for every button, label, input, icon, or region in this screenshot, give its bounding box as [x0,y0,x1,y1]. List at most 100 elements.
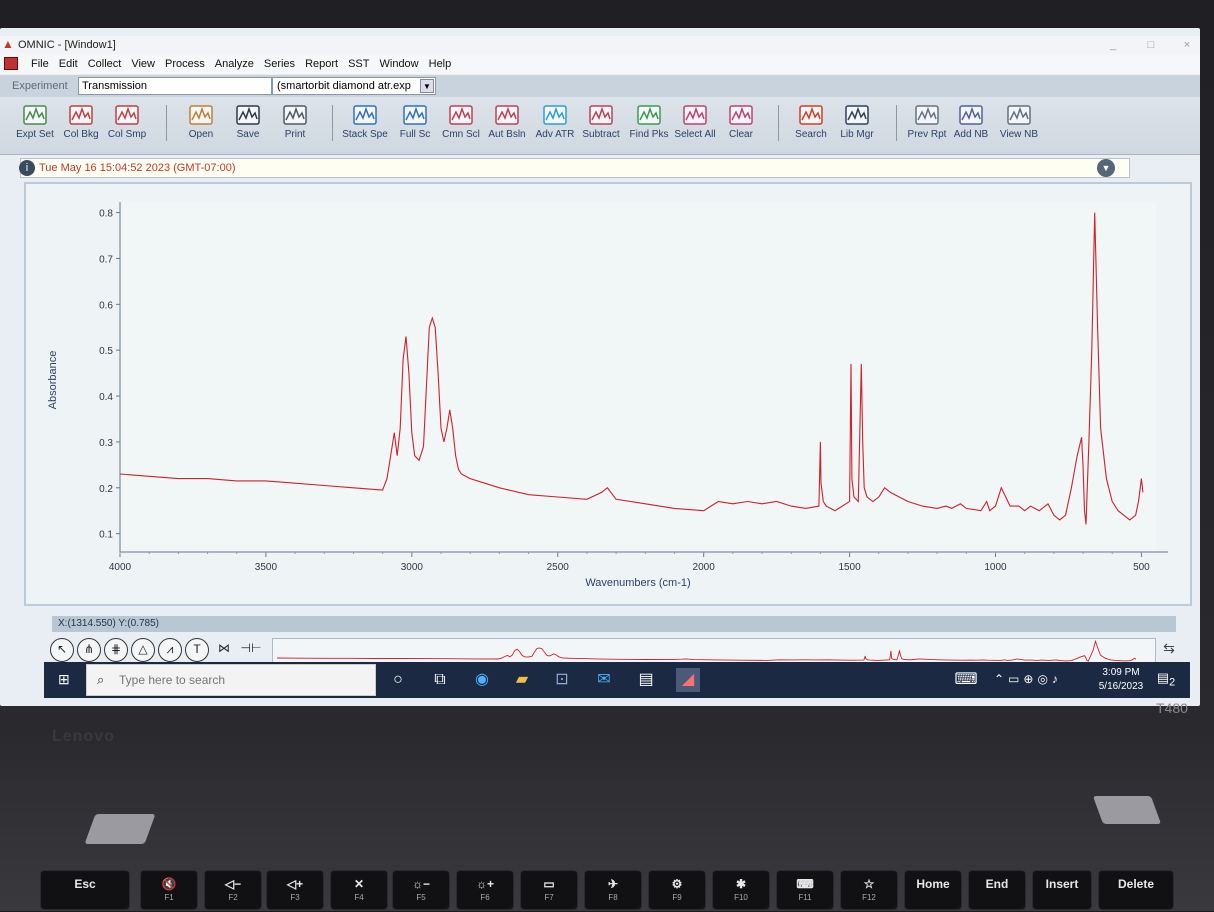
printer-icon [283,105,307,125]
notification-icon[interactable]: ▤2 [1156,670,1176,690]
key-f11[interactable]: ⌨ F11 [776,870,834,910]
menu-analyze[interactable]: Analyze [210,58,259,70]
region-tool-icon[interactable]: ⋔ [77,638,101,662]
toolbar-open-button[interactable]: Open [178,101,224,153]
keyboard-icon[interactable]: ⌨ [954,668,978,692]
key-f6[interactable]: ☼+ F6 [456,870,514,910]
height-tool-icon[interactable]: △ [131,638,155,662]
omnic-taskbar-icon[interactable]: ◢ [676,668,700,692]
key-f10[interactable]: ✱ F10 [712,870,770,910]
edge-browser-icon[interactable]: ◉ [470,668,494,692]
plot-area [120,202,1156,552]
toolbar-separator [778,105,779,141]
experiment-file-select[interactable]: (smartorbit diamond atr.exp ▼ [272,77,436,95]
toolbar-aut-bsln-button[interactable]: Aut Bsln [484,101,530,153]
system-tray-icons[interactable]: ⌃▭⊕◎♪ [994,672,1062,686]
close-button[interactable]: × [1178,37,1196,53]
preview-report-icon [915,105,939,125]
task-view-icon[interactable]: ⧉ [428,668,452,692]
key-home[interactable]: Home [904,870,962,910]
experiment-mode-select[interactable]: Transmission [78,77,272,95]
app-icon[interactable]: ▤ [634,668,658,692]
key-f8[interactable]: ✈ F8 [584,870,642,910]
key-f5[interactable]: ☼− F5 [392,870,450,910]
menu-collect[interactable]: Collect [83,58,127,70]
toolbar-cmn-scl-button[interactable]: Cmn Scl [438,101,484,153]
y-tick-label: 0.6 [99,300,113,311]
cortana-icon[interactable]: ○ [386,668,410,692]
toolbar-full-sc-button[interactable]: Full Sc [392,101,438,153]
mail-icon[interactable]: ✉ [592,668,616,692]
select-arrow-icon[interactable]: ↖ [50,638,74,662]
menu-file[interactable]: File [26,58,54,70]
store-icon[interactable]: ⊡ [550,668,574,692]
key-sublabel: F1 [164,893,174,902]
chevron-down-icon[interactable]: ▼ [420,79,434,93]
key-f12[interactable]: ☆ F12 [840,870,898,910]
toolbar-col-bkg-button[interactable]: Col Bkg [58,101,104,153]
key-delete[interactable]: Delete [1098,870,1174,910]
key-f9[interactable]: ⚙ F9 [648,870,706,910]
spectrum-window[interactable]: 0.1 0.2 0.3 0.4 0.5 0.6 0.7 0.8 4000 3500 3000 2500… [24,182,1192,606]
overview-arrows-icon[interactable]: ⇆ [1158,640,1180,664]
toolbar-search-button[interactable]: Search [788,101,834,153]
key-f7[interactable]: ▭ F7 [520,870,578,910]
search-input[interactable] [119,673,359,687]
menu-view[interactable]: View [126,58,160,70]
toolbar-clear-button[interactable]: Clear [718,101,764,153]
toolbar-prev-rpt-button[interactable]: Prev Rpt [904,101,950,153]
toolbar-save-button[interactable]: Save [225,101,271,153]
minimize-button[interactable]: _ [1104,37,1122,53]
toolbar-print-button[interactable]: Print [272,101,318,153]
menu-report[interactable]: Report [300,58,343,70]
menu-help[interactable]: Help [424,58,457,70]
peak-label-icon[interactable]: ⋕ [104,638,128,662]
menu-window[interactable]: Window [375,58,424,70]
hinge-right [1092,796,1162,824]
file-explorer-icon[interactable]: ▰ [510,668,534,692]
search-icon [799,105,823,125]
menu-series[interactable]: Series [259,58,300,70]
key-esc[interactable]: Esc [40,870,130,910]
windows-start-icon[interactable]: ⊞ [58,672,72,686]
toolbar-view-nb-button[interactable]: View NB [996,101,1042,153]
taskbar-search[interactable]: ⌕ [86,664,376,696]
toolbar-select-all-button[interactable]: Select All [672,101,718,153]
stack-spectra-icon [353,105,377,125]
key-f4[interactable]: ✕ F4 [330,870,388,910]
toolbar-button-label: Select All [674,129,716,140]
menu-sst[interactable]: SST [343,58,374,70]
menu-process[interactable]: Process [160,58,210,70]
key-label: ⌨ [796,877,814,891]
toolbar-lib-mgr-button[interactable]: Lib Mgr [834,101,880,153]
toolbar-button-label: Find Pks [629,129,669,140]
info-icon[interactable]: i [19,160,35,176]
spectrum-timestamp: Tue May 16 15:04:52 2023 (GMT-07:00) [39,162,236,174]
key-sublabel: F6 [480,893,490,902]
document-icon[interactable] [4,57,18,70]
area-tool-icon[interactable]: ⩘ [158,638,182,662]
text-tool-icon[interactable]: T [185,638,209,662]
toolbar-add-nb-button[interactable]: Add NB [948,101,994,153]
toolbar-subtract-button[interactable]: Subtract [578,101,624,153]
zoom-expand-icon[interactable]: ⊣⊢ [239,638,263,662]
zoom-shrink-icon[interactable]: ⋈ [212,638,236,662]
scroll-down-icon[interactable]: ▼ [1097,159,1115,177]
key-f3[interactable]: ◁+ F3 [266,870,324,910]
spectrum-plot[interactable]: 0.1 0.2 0.3 0.4 0.5 0.6 0.7 0.8 4000 3500 3000 2500… [26,184,1190,604]
key-insert[interactable]: Insert [1032,870,1092,910]
toolbar-button-label: View NB [999,129,1039,140]
y-tick-label: 0.7 [99,254,113,265]
maximize-button[interactable]: □ [1142,37,1160,53]
key-f1[interactable]: 🔇 F1 [140,870,198,910]
toolbar-expt-set-button[interactable]: Expt Set [12,101,58,153]
key-f2[interactable]: ◁− F2 [204,870,262,910]
clock[interactable]: 3:09 PM 5/16/2023 [1090,666,1152,694]
notification-count: 2 [1169,676,1176,689]
toolbar-find-pks-button[interactable]: Find Pks [626,101,672,153]
toolbar-adv-atr-button[interactable]: Adv ATR [532,101,578,153]
menu-edit[interactable]: Edit [54,58,83,70]
toolbar-col-smp-button[interactable]: Col Smp [104,101,150,153]
key-end[interactable]: End [968,870,1026,910]
toolbar-stack-spe-button[interactable]: Stack Spe [342,101,388,153]
